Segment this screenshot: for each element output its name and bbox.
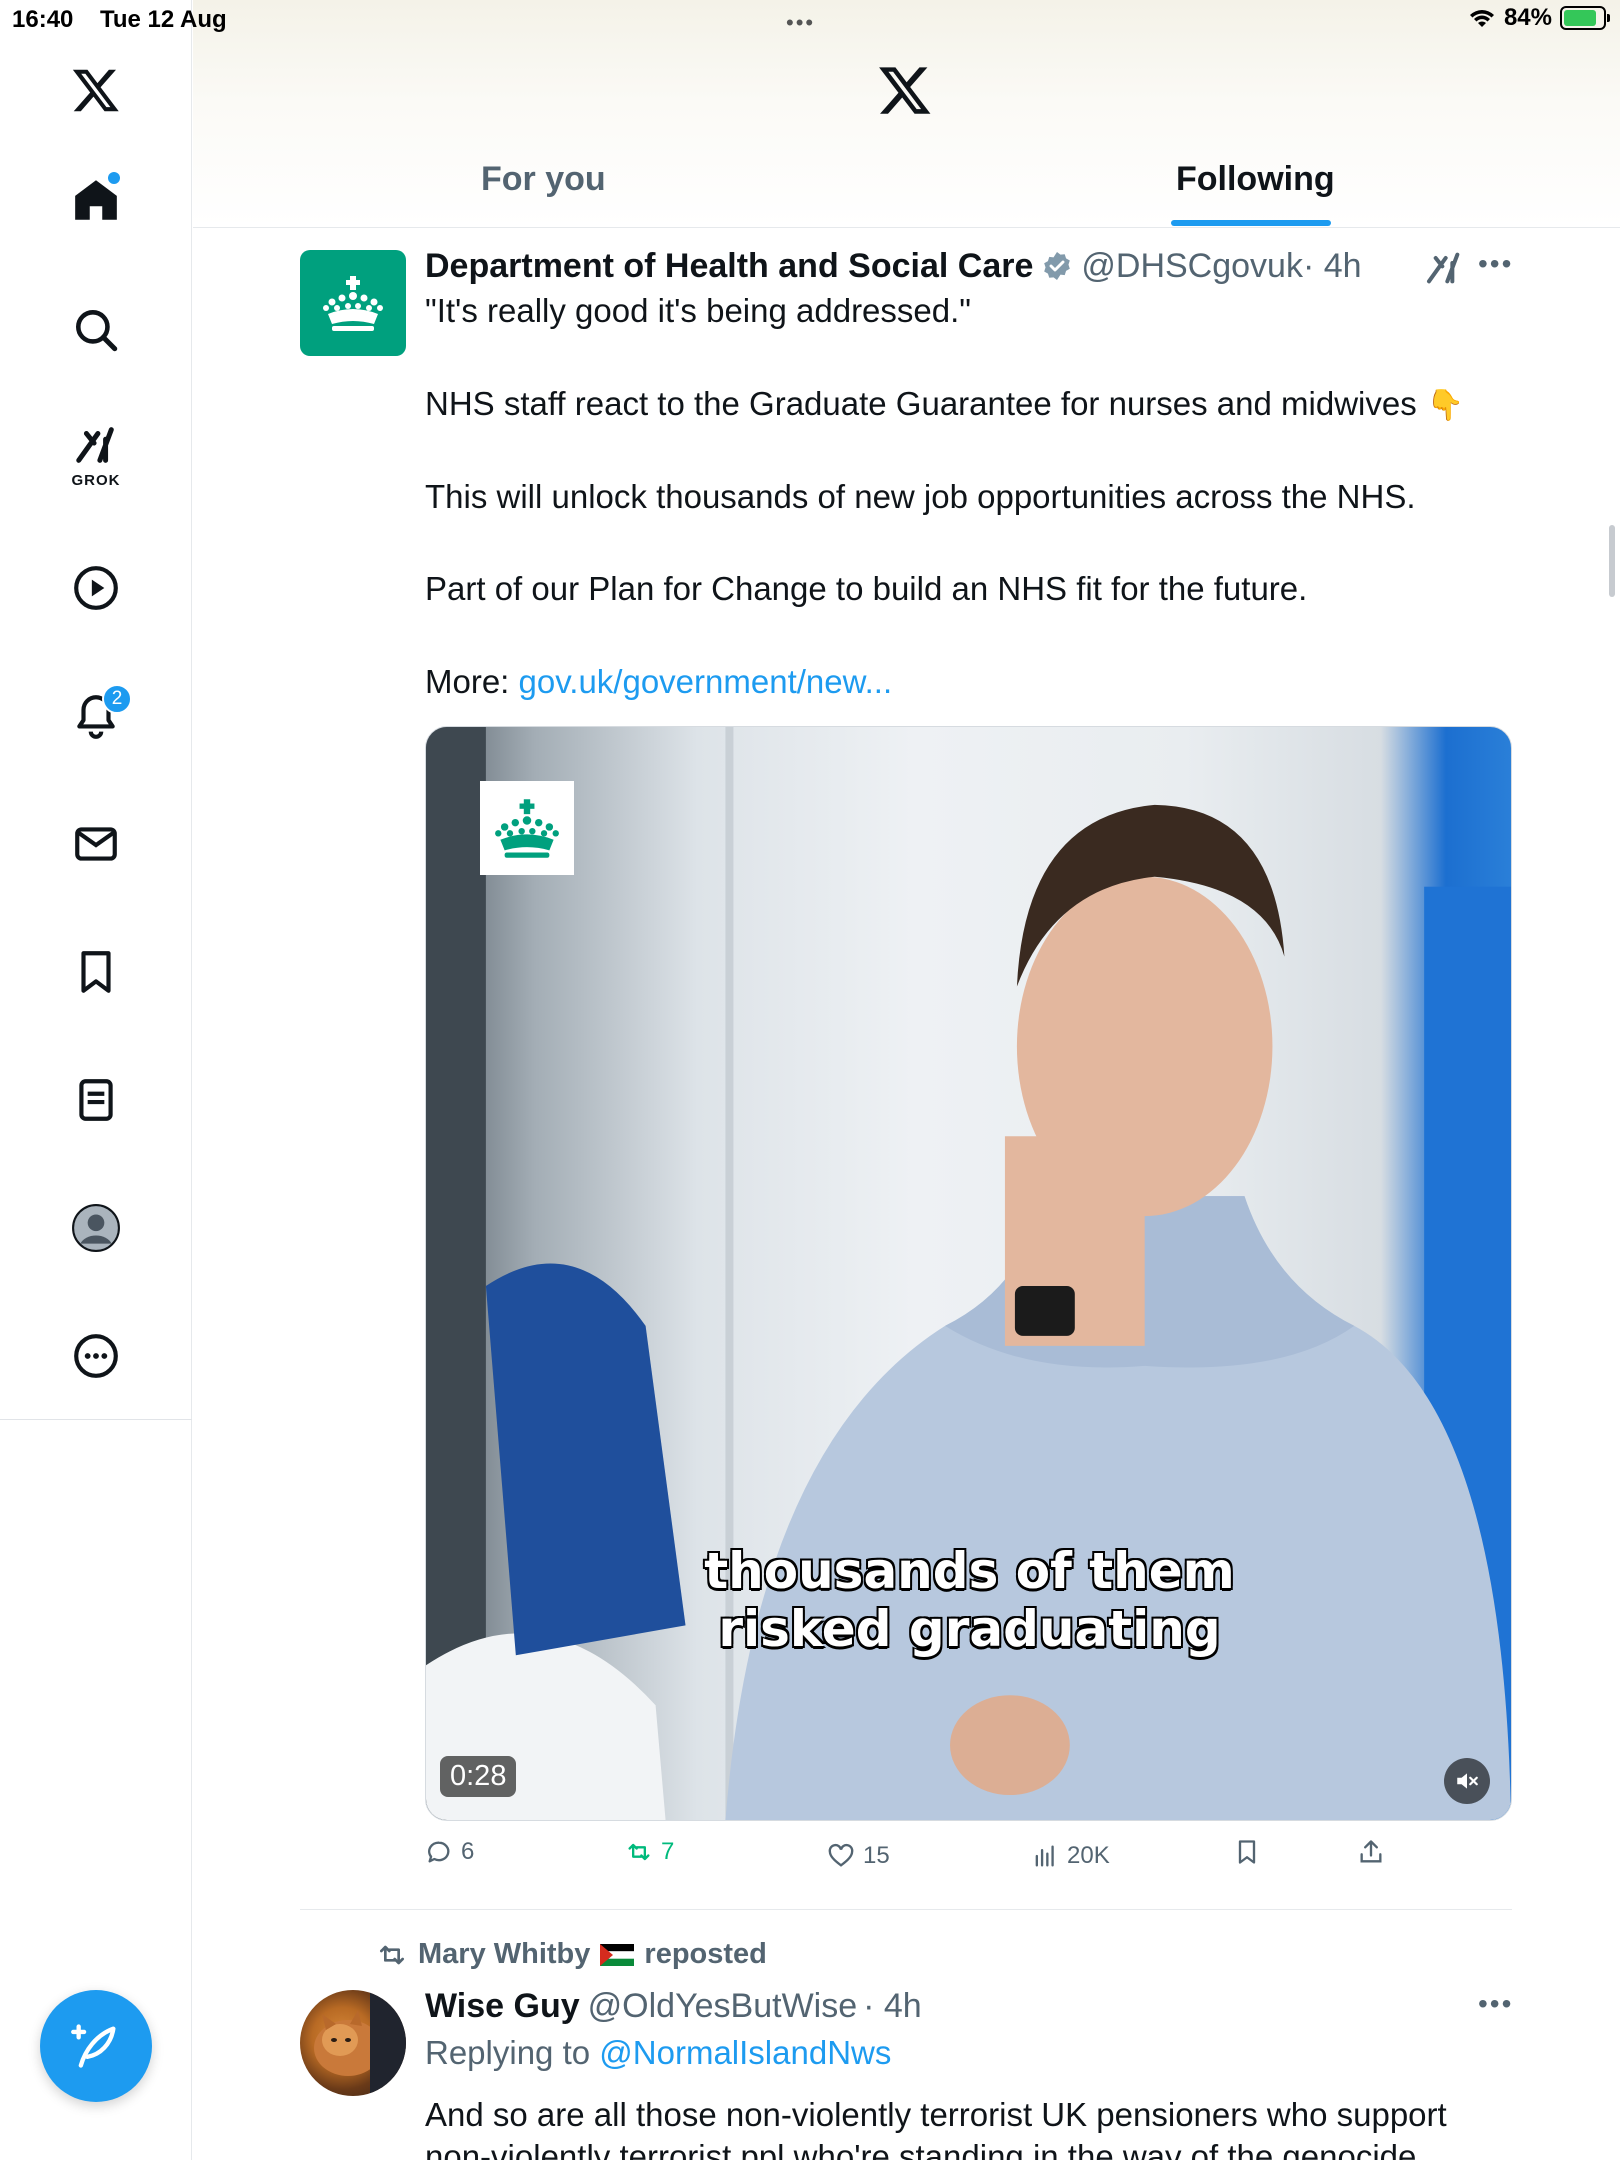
lists-icon[interactable] xyxy=(56,1060,136,1140)
avatar[interactable] xyxy=(300,1990,406,2096)
reply-icon xyxy=(428,1841,450,1863)
grok-icon[interactable]: GROK xyxy=(56,416,136,496)
bookmarks-icon[interactable] xyxy=(56,932,136,1012)
post-more-line: More: gov.uk/government/new... xyxy=(425,663,892,701)
reposter-name[interactable]: Mary Whitby xyxy=(418,1938,590,1971)
replying-label: Replying to xyxy=(425,2034,591,2071)
caption-line: thousands of them xyxy=(704,1542,1235,1600)
compose-feather-icon xyxy=(71,2024,116,2068)
author-name[interactable]: Wise Guy xyxy=(425,1987,580,2026)
scrollbar[interactable] xyxy=(1609,525,1615,597)
reply-button[interactable]: 6 xyxy=(425,1838,474,1866)
tab-following[interactable]: Following xyxy=(1176,160,1335,199)
post-time[interactable]: · 4h xyxy=(863,1987,922,2026)
notifications-badge: 2 xyxy=(102,684,132,714)
like-button[interactable]: 15 xyxy=(827,1842,890,1870)
multitasking-dots-icon[interactable]: ••• xyxy=(786,10,815,36)
views-button[interactable]: 20K xyxy=(1031,1842,1110,1870)
post-more-icon[interactable]: ••• xyxy=(1478,248,1513,280)
repost-button[interactable]: 7 xyxy=(625,1838,674,1866)
reply-count: 6 xyxy=(461,1838,475,1865)
heart-icon xyxy=(828,1843,854,1867)
caption-line: risked graduating xyxy=(718,1600,1221,1658)
x-logo-icon[interactable] xyxy=(877,62,933,118)
wifi-icon xyxy=(1469,10,1494,27)
more-icon[interactable] xyxy=(56,1316,136,1396)
sidebar-divider xyxy=(0,1419,192,1420)
author-handle[interactable]: @OldYesButWise xyxy=(588,1987,857,2026)
tab-for-you[interactable]: For you xyxy=(481,160,606,199)
mute-button[interactable] xyxy=(1444,1758,1490,1804)
search-icon[interactable] xyxy=(56,290,136,370)
crown-logo-icon xyxy=(323,276,383,331)
video-duration: 0:28 xyxy=(440,1756,517,1797)
status-time: 16:40 xyxy=(12,6,74,33)
battery-fill xyxy=(1564,10,1596,26)
battery-icon xyxy=(1560,6,1610,30)
post-text-line: And so are all those non-violently terro… xyxy=(425,2096,1447,2133)
more-label: More: xyxy=(425,663,510,700)
post-more-icon[interactable]: ••• xyxy=(1478,1988,1513,2020)
post-link[interactable]: gov.uk/government/new... xyxy=(519,663,893,700)
video-player[interactable]: thousands of them risked graduating 0:28 xyxy=(425,726,1512,1821)
status-bar: 16:40 Tue 12 Aug ••• 84% xyxy=(0,0,1620,38)
post-actions: 6 7 15 20K xyxy=(425,1838,1512,1878)
like-count: 15 xyxy=(863,1842,890,1869)
grok-label: GROK xyxy=(71,472,121,489)
avatar[interactable] xyxy=(300,250,406,356)
replying-to: Replying to @NormalIslandNws xyxy=(425,2034,891,2072)
status-date: Tue 12 Aug xyxy=(100,6,227,33)
reposted-by: Mary Whitby reposted xyxy=(376,1938,767,1971)
status-right: 84% xyxy=(1468,4,1610,32)
post-header: Department of Health and Social Care @DH… xyxy=(425,244,1362,288)
post-text-line: non-violently terrorist ppl who're stand… xyxy=(425,2138,1417,2160)
palestine-flag-icon xyxy=(600,1943,635,1966)
active-tab-indicator xyxy=(1171,220,1331,226)
home-unread-dot xyxy=(108,172,120,184)
bookmark-icon xyxy=(1238,1840,1256,1864)
repost-count: 7 xyxy=(661,1838,675,1865)
bookmark-button[interactable] xyxy=(1233,1838,1261,1866)
x-logo-icon[interactable] xyxy=(56,50,136,130)
reposted-label: reposted xyxy=(644,1938,767,1970)
repost-icon xyxy=(380,1945,404,1964)
author-name[interactable]: Department of Health and Social Care xyxy=(425,247,1033,286)
notifications-icon[interactable]: 2 xyxy=(56,676,136,756)
post-header: Wise Guy @OldYesButWise · 4h xyxy=(425,1984,922,2028)
post-text: And so are all those non-violently terro… xyxy=(425,2094,1525,2160)
share-button[interactable] xyxy=(1357,1838,1385,1866)
post-text-line: Part of our Plan for Change to build an … xyxy=(425,570,1308,607)
messages-icon[interactable] xyxy=(56,804,136,884)
compose-button[interactable] xyxy=(40,1990,152,2102)
post-text-line: "It's really good it's being addressed." xyxy=(425,292,971,329)
post-text-line: This will unlock thousands of new job op… xyxy=(425,478,1416,515)
views-count: 20K xyxy=(1067,1842,1110,1869)
replying-mention[interactable]: @NormalIslandNws xyxy=(599,2034,891,2071)
crown-logo-icon xyxy=(495,799,559,858)
grok-icon[interactable] xyxy=(1424,248,1464,288)
video-icon[interactable] xyxy=(56,548,136,628)
cat-photo xyxy=(314,1990,406,2096)
battery-percent: 84% xyxy=(1503,4,1552,31)
video-caption: thousands of them risked graduating xyxy=(426,1542,1511,1658)
post-text-line: NHS staff react to the Graduate Guarante… xyxy=(425,385,1417,422)
pointing-down-emoji: 👇 xyxy=(1426,389,1465,422)
post-text-line-with-emoji: NHS staff react to the Graduate Guarante… xyxy=(425,385,1464,423)
post-divider xyxy=(300,1909,1512,1910)
share-icon xyxy=(1360,1840,1382,1863)
profile-icon[interactable] xyxy=(56,1188,136,1268)
author-handle[interactable]: @DHSCgovuk xyxy=(1081,247,1303,286)
home-icon[interactable] xyxy=(56,160,136,240)
speaker-muted-icon xyxy=(1457,1773,1478,1789)
verified-badge-icon xyxy=(1044,252,1071,280)
sidebar: GROK 2 xyxy=(0,0,192,2160)
post-time[interactable]: · 4h xyxy=(1303,247,1362,286)
views-icon xyxy=(1035,1845,1054,1867)
repost-icon xyxy=(628,1843,650,1861)
media-crown-logo xyxy=(480,781,574,875)
